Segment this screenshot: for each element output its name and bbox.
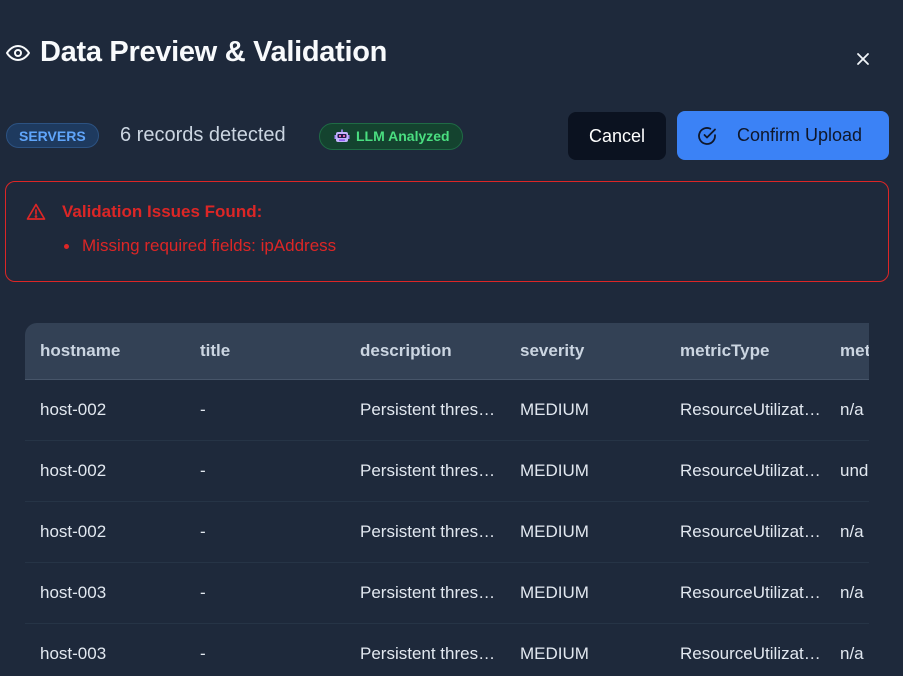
table-cell: host-002 (25, 379, 185, 441)
table-cell: MEDIUM (505, 562, 665, 624)
table-cell: Persistent threshold breach (345, 562, 505, 624)
column-header: metricType (665, 323, 825, 380)
modal-title: Data Preview & Validation (40, 36, 388, 68)
data-type-badge: SERVERS (6, 123, 99, 148)
table-cell: - (185, 379, 345, 441)
column-header: hostname (25, 323, 185, 380)
table-cell: ResourceUtilization (665, 623, 825, 676)
table-cell: Persistent threshold breach (345, 440, 505, 502)
check-circle-icon (697, 126, 717, 146)
close-icon (856, 52, 870, 66)
table-row: host-002 - Persistent threshold breach M… (25, 501, 869, 563)
table-header-row: hostname title description severity metr… (25, 323, 869, 380)
table-cell: host-003 (25, 623, 185, 676)
confirm-upload-label: Confirm Upload (737, 125, 863, 145)
preview-table-container[interactable]: hostname title description severity metr… (25, 323, 869, 676)
preview-table: hostname title description severity metr… (25, 323, 869, 676)
table-cell: host-002 (25, 440, 185, 502)
table-cell: - (185, 440, 345, 502)
table-cell: host-002 (25, 501, 185, 563)
column-header: metricValue (825, 323, 869, 380)
table-cell: MEDIUM (505, 623, 665, 676)
modal-header: Data Preview & Validation (6, 36, 387, 69)
data-preview-modal: Data Preview & Validation SERVERS 6 reco… (0, 0, 903, 676)
table-cell: host-003 (25, 562, 185, 624)
llm-analyzed-badge: LLM Analyzed (319, 123, 463, 150)
close-button[interactable] (852, 48, 874, 70)
bullet (64, 243, 69, 249)
table-cell: n/a (825, 501, 869, 563)
warning-triangle-icon (26, 202, 46, 222)
table-cell: n/a (825, 379, 869, 441)
table-cell: Persistent threshold breach (345, 379, 505, 441)
table-cell: - (185, 623, 345, 676)
table-cell: MEDIUM (505, 379, 665, 441)
table-cell: n/a (825, 623, 869, 676)
table-cell: ResourceUtilization (665, 379, 825, 441)
table-cell: ResourceUtilization (665, 562, 825, 624)
table-cell: MEDIUM (505, 440, 665, 502)
table-cell: MEDIUM (505, 501, 665, 563)
confirm-upload-button[interactable]: Confirm Upload (677, 111, 889, 160)
table-cell: - (185, 562, 345, 624)
alert-title: Validation Issues Found: (62, 202, 263, 221)
table-cell: - (185, 501, 345, 563)
validation-alert: Validation Issues Found: Missing require… (5, 181, 889, 282)
column-header: description (345, 323, 505, 380)
issue-item: Missing required fields: ipAddress (64, 236, 336, 256)
table-cell: n/a (825, 562, 869, 624)
table-cell: ResourceUtilization (665, 501, 825, 563)
eye-icon (6, 41, 30, 65)
table-cell: undefined (825, 440, 869, 502)
table-cell: ResourceUtilization (665, 440, 825, 502)
table-row: host-002 - Persistent threshold breach M… (25, 379, 869, 441)
llm-badge-label: LLM Analyzed (356, 128, 450, 144)
column-header: severity (505, 323, 665, 380)
records-count: 6 records detected (120, 124, 286, 146)
issue-list: Missing required fields: ipAddress (64, 236, 336, 256)
robot-icon (334, 129, 350, 145)
table-cell: Persistent threshold breach (345, 623, 505, 676)
table-row: host-003 - Persistent threshold breach M… (25, 562, 869, 624)
upload-toolbar: SERVERS 6 records detected LLM Analyzed … (6, 111, 889, 160)
cancel-button[interactable]: Cancel (568, 112, 666, 160)
table-row: host-003 - Persistent threshold breach M… (25, 623, 869, 676)
table-row: host-002 - Persistent threshold breach M… (25, 440, 869, 502)
table-cell: Persistent threshold breach (345, 501, 505, 563)
column-header: title (185, 323, 345, 380)
issue-text: Missing required fields: ipAddress (82, 236, 337, 255)
